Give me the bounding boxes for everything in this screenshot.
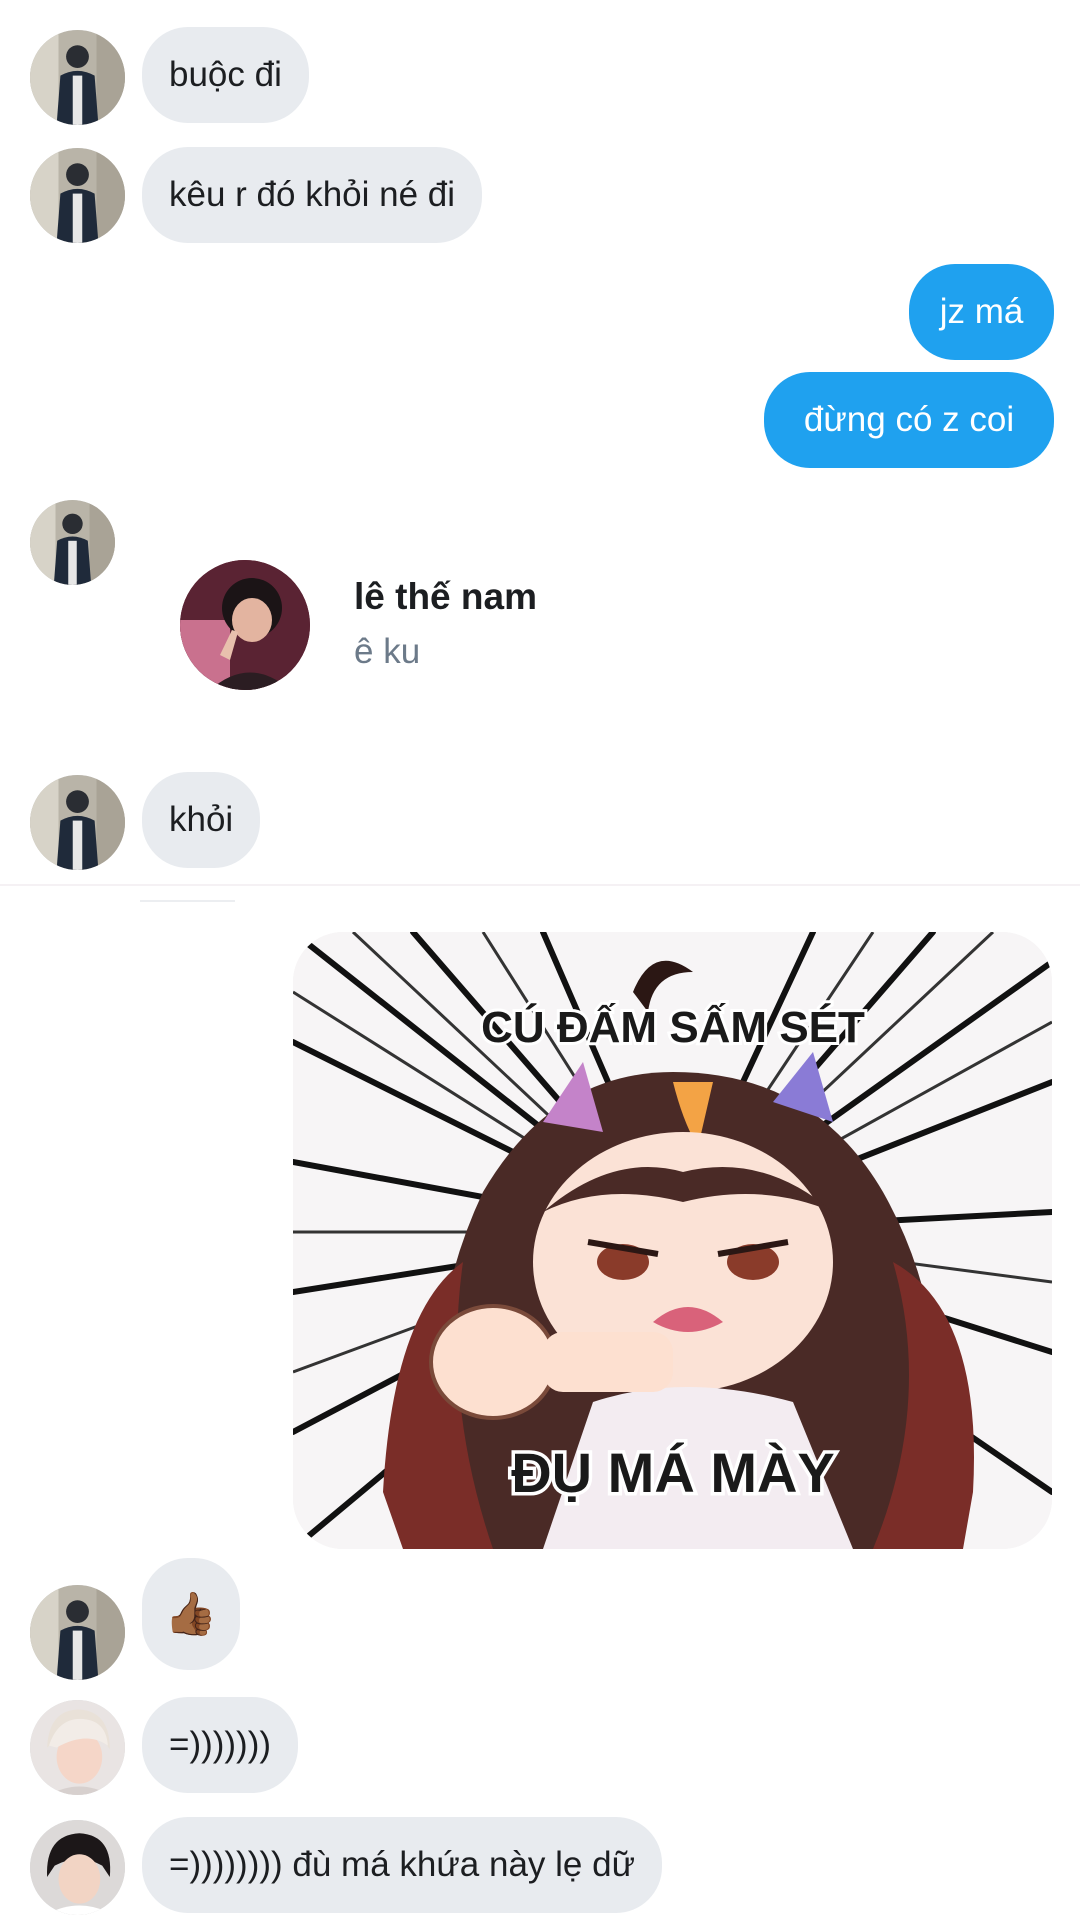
message-bubble[interactable]: 👍🏾: [142, 1558, 240, 1670]
avatar-photo-icon: [30, 500, 115, 585]
avatar-photo-icon: [30, 30, 125, 125]
message-text: jz má: [939, 292, 1024, 331]
message-text: kêu r đó khỏi né đi: [169, 175, 456, 214]
sender-avatar[interactable]: [30, 1585, 125, 1680]
avatar-photo-icon: [30, 148, 125, 243]
message-text: =))))))): [169, 1725, 272, 1764]
sender-avatar[interactable]: [30, 1820, 125, 1915]
message-text: đừng có z coi: [803, 400, 1015, 439]
contact-avatar-icon: [180, 560, 310, 690]
sender-avatar[interactable]: [30, 500, 115, 585]
message-bubble-outgoing[interactable]: jz má: [909, 264, 1054, 360]
sender-avatar[interactable]: [30, 148, 125, 243]
avatar-photo-icon: [30, 1820, 125, 1915]
sticker-bottom-text: ĐỤ MÁ MÀY: [511, 1441, 835, 1504]
message-bubble-outgoing[interactable]: đừng có z coi: [764, 372, 1054, 468]
message-text: =)))))))) đù má khứa này lẹ dữ: [169, 1845, 636, 1884]
contact-avatar[interactable]: [180, 560, 310, 690]
sender-avatar[interactable]: [30, 1700, 125, 1795]
message-bubble[interactable]: =)))))))) đù má khứa này lẹ dữ: [142, 1817, 663, 1913]
anime-punch-sticker-icon: CÚ ĐẤM SẤM SÉT ĐỤ MÁ MÀY: [293, 932, 1052, 1549]
message-bubble[interactable]: kêu r đó khỏi né đi: [142, 147, 483, 243]
sticker-top-text: CÚ ĐẤM SẤM SÉT: [481, 1002, 865, 1052]
screenshot-seam: [0, 884, 1080, 886]
contact-subtitle: ê ku: [354, 632, 421, 671]
avatar-photo-icon: [30, 1700, 125, 1795]
message-bubble[interactable]: =))))))): [142, 1697, 299, 1793]
message-text: khỏi: [169, 800, 234, 839]
thumbs-up-emoji: 👍🏾: [164, 1589, 218, 1637]
sender-avatar[interactable]: [30, 30, 125, 125]
sender-avatar[interactable]: [30, 775, 125, 870]
message-bubble[interactable]: khỏi: [142, 772, 261, 868]
message-bubble[interactable]: buộc đi: [142, 27, 309, 123]
avatar-photo-icon: [30, 1585, 125, 1680]
screenshot-seam: [140, 900, 235, 902]
avatar-photo-icon: [30, 775, 125, 870]
contact-name[interactable]: lê thế nam: [354, 576, 537, 618]
message-text: buộc đi: [169, 55, 282, 94]
sticker-image[interactable]: CÚ ĐẤM SẤM SÉT ĐỤ MÁ MÀY: [293, 932, 1052, 1549]
